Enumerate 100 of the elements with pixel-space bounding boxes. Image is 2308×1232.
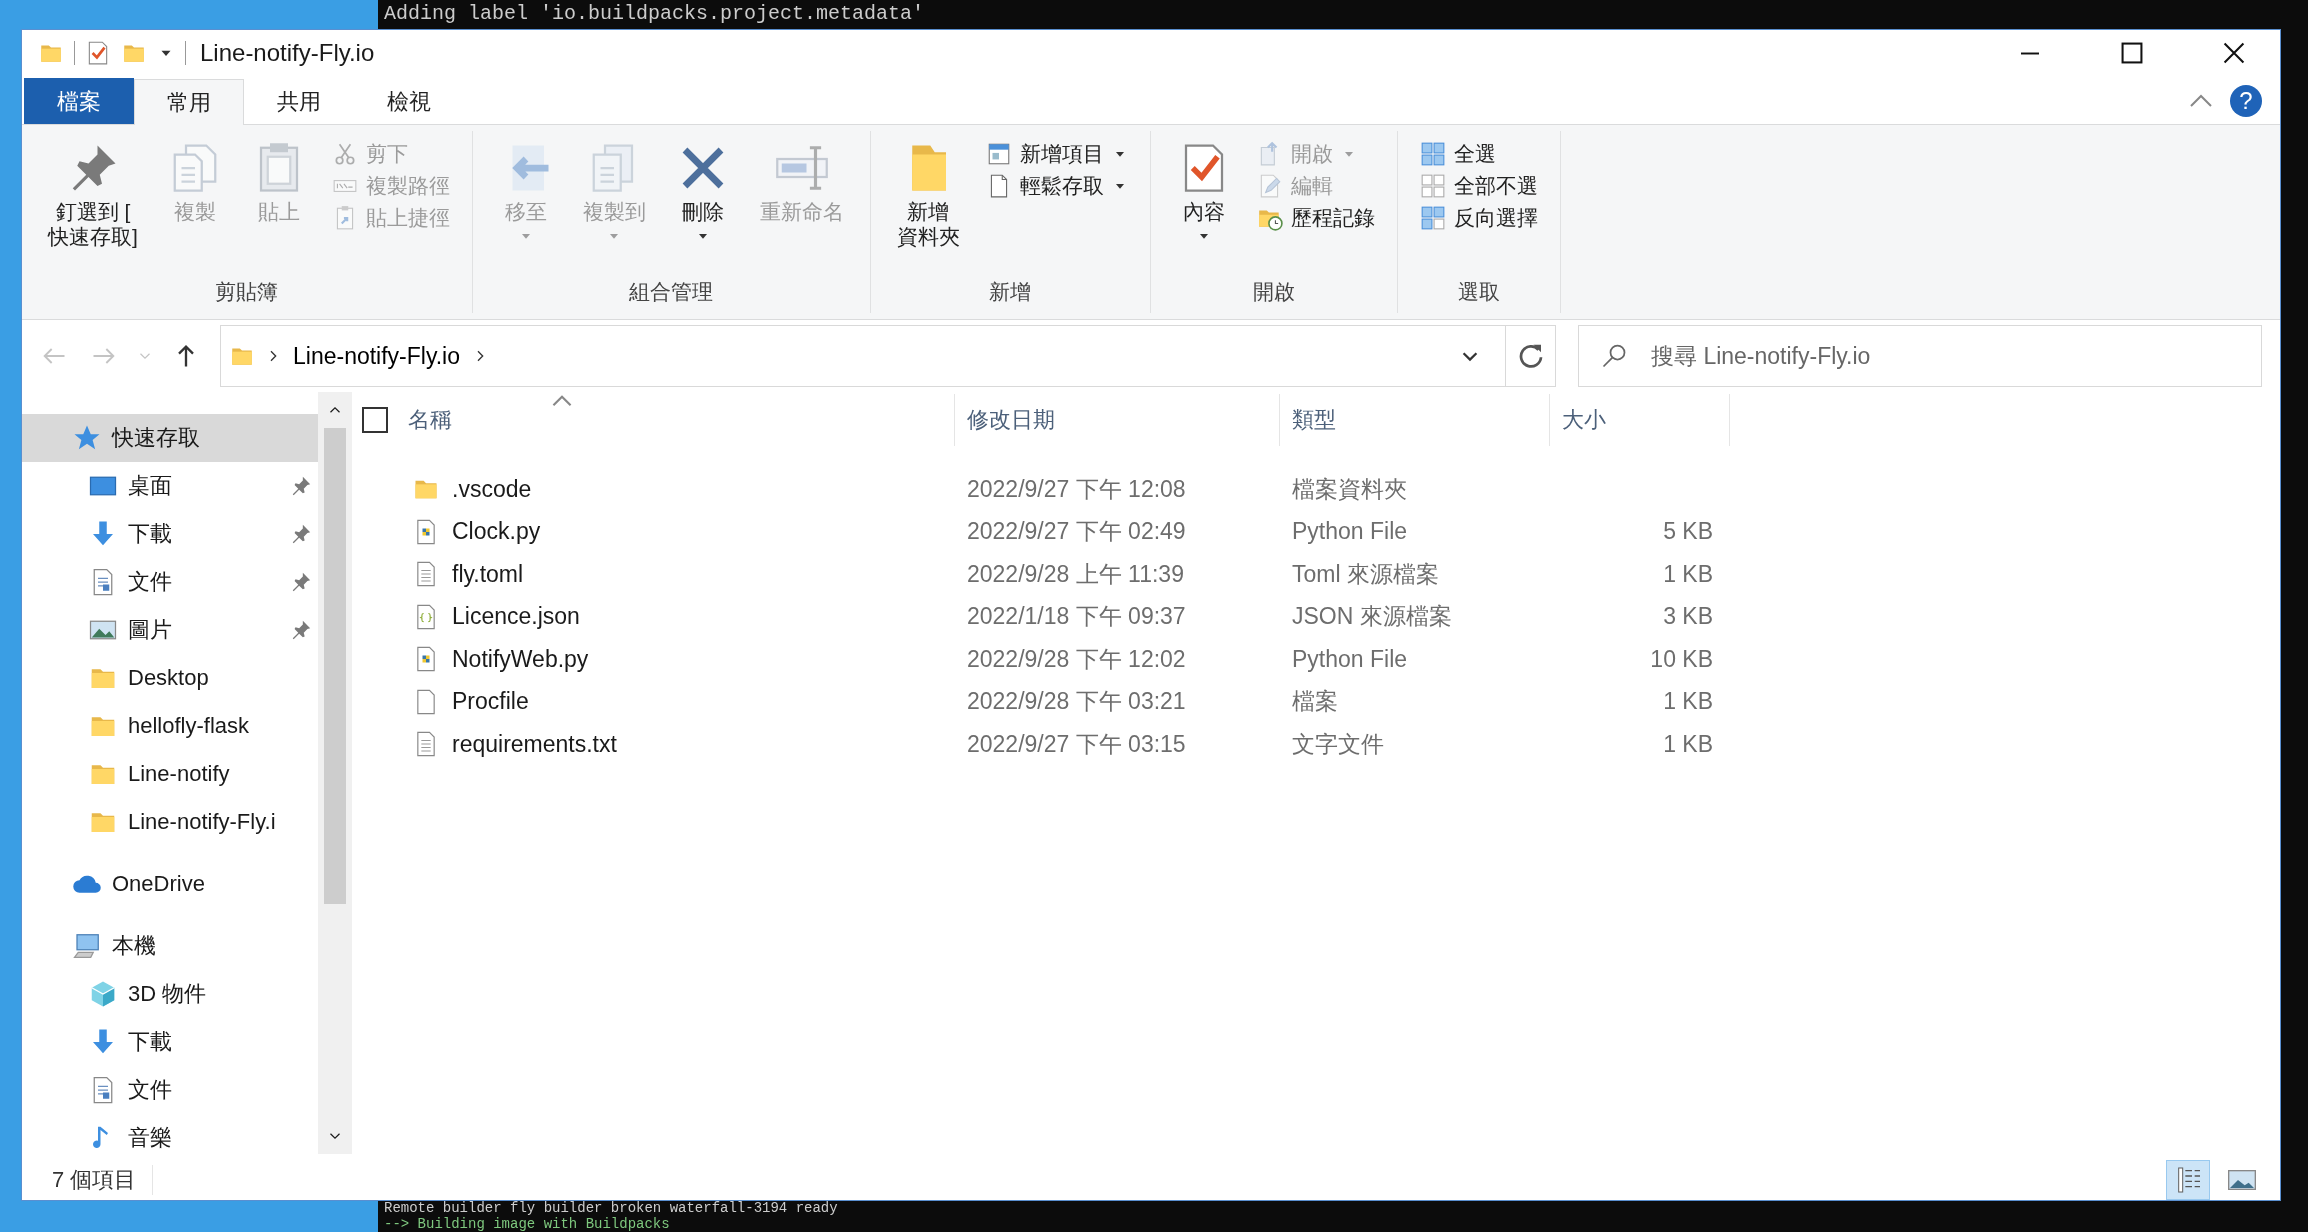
ribbon-tab[interactable]: 檢視 xyxy=(354,78,464,124)
grid-icon xyxy=(1419,173,1446,199)
sidebar-item-label: Line-notify-Fly.i xyxy=(128,809,276,835)
scrollbar-thumb[interactable] xyxy=(324,428,346,904)
ribbon-button[interactable]: 內容 xyxy=(1168,135,1239,271)
size-cell-text: 1 KB xyxy=(1662,688,1714,716)
type-cell-text: JSON 來源檔案 xyxy=(1291,602,1453,632)
sidebar-item[interactable]: 音樂 xyxy=(22,1114,318,1162)
group-label: 選取 xyxy=(1456,279,1501,305)
ribbon-button[interactable]: 刪除 xyxy=(667,135,738,271)
sidebar-item[interactable]: 圖片 xyxy=(22,606,318,654)
ribbon-button[interactable]: 全選 xyxy=(1415,139,1542,169)
column-header-label: 類型 xyxy=(1292,406,1336,434)
sidebar-item[interactable]: 桌面 xyxy=(22,462,318,510)
file-name[interactable]: requirements.txt xyxy=(362,730,955,759)
search-icon xyxy=(1600,342,1628,370)
ribbon-button[interactable]: 新增 資料夾 xyxy=(888,135,968,271)
minimize-icon xyxy=(2019,51,2041,55)
group-label: 組合管理 xyxy=(628,279,715,305)
computer-icon xyxy=(72,931,102,961)
ribbon-button[interactable]: 釘選到 [ 快速存取] xyxy=(40,135,146,271)
item-count: 7 個項目 xyxy=(52,1165,154,1195)
select-all-checkbox[interactable] xyxy=(362,407,388,433)
breadcrumb[interactable]: Line-notify-Fly.io xyxy=(291,342,463,370)
sidebar-item-label: 音樂 xyxy=(128,1124,172,1152)
sidebar-item-label: 文件 xyxy=(128,1076,172,1104)
file-name-label: Procfile xyxy=(452,688,529,716)
size-cell-text: 5 KB xyxy=(1662,518,1714,546)
ribbon-button[interactable]: 歷程記錄 xyxy=(1252,203,1379,233)
ribbon-button[interactable]: 新增項目 xyxy=(981,139,1132,169)
ribbon-button[interactable]: 輕鬆存取 xyxy=(981,171,1132,201)
terminal-line: Adding label 'io.buildpacks.project.metadata' xyxy=(384,1,925,27)
file-name[interactable]: Procfile xyxy=(362,687,955,716)
date-cell-text: 2022/9/28 下午 12:02 xyxy=(966,644,1187,674)
file-name-label: .vscode xyxy=(452,475,532,503)
file-name[interactable]: fly.toml xyxy=(362,560,955,589)
window-title: Line-notify-Fly.io xyxy=(200,39,375,67)
sidebar-item-label: Line-notify xyxy=(128,761,230,787)
terminal-line: --> Building image with Buildpacks xyxy=(384,1216,670,1232)
sidebar-item-label: 文件 xyxy=(128,568,172,596)
close-icon xyxy=(2223,42,2245,64)
ribbon-button[interactable]: 全部不選 xyxy=(1415,171,1542,201)
sidebar-item[interactable]: Desktop xyxy=(22,654,318,702)
sidebar-item[interactable]: Line-notify-Fly.i xyxy=(22,798,318,846)
sidebar-item[interactable]: 下載 xyxy=(22,510,318,558)
ribbon-tab[interactable]: 常用 xyxy=(134,79,244,125)
sidebar-item-label: hellofly-flask xyxy=(128,713,250,739)
date-cell-text: 2022/9/28 下午 03:21 xyxy=(966,687,1187,717)
sidebar-item[interactable]: 本機 xyxy=(22,922,318,970)
column-header-label: 修改日期 xyxy=(967,406,1055,434)
type-cell-text: Python File xyxy=(1291,645,1409,673)
type-cell-text: 檔案 xyxy=(1291,687,1339,717)
file-name[interactable]: NotifyWeb.py xyxy=(362,645,955,674)
sidebar-item[interactable]: 文件 xyxy=(22,1066,318,1114)
ribbon-tab[interactable]: 共用 xyxy=(244,78,354,124)
details-view-button[interactable] xyxy=(2166,1160,2210,1200)
group-label: 開啟 xyxy=(1251,279,1296,305)
sidebar-item-label: OneDrive xyxy=(112,871,205,897)
group-label: 新增 xyxy=(988,279,1033,305)
column-header[interactable]: 大小 xyxy=(1550,394,1730,446)
help-button[interactable]: ? xyxy=(2230,85,2262,117)
sidebar-item[interactable]: Line-notify xyxy=(22,750,318,798)
sidebar-item[interactable]: 下載 xyxy=(22,1018,318,1066)
type-cell-text: 檔案資料夾 xyxy=(1291,474,1408,504)
sidebar-item[interactable]: OneDrive xyxy=(22,860,318,908)
date-cell-text: 2022/9/27 下午 02:49 xyxy=(966,517,1187,547)
type-cell-text: Toml 來源檔案 xyxy=(1291,559,1440,589)
column-header[interactable]: 修改日期 xyxy=(955,394,1280,446)
file-name[interactable]: Licence.json xyxy=(362,602,955,631)
file-menu-tab[interactable]: 檔案 xyxy=(24,78,134,124)
file-name-label: fly.toml xyxy=(452,560,524,588)
date-cell-text: 2022/1/18 下午 09:37 xyxy=(966,602,1187,632)
file-name-label: NotifyWeb.py xyxy=(452,645,589,673)
date-cell-text: 2022/9/27 下午 12:08 xyxy=(966,474,1187,504)
sidebar-item[interactable]: 3D 物件 xyxy=(22,970,318,1018)
sidebar-item-label: 下載 xyxy=(128,520,172,548)
file-name[interactable]: .vscode xyxy=(362,475,955,504)
address-bar[interactable]: Line-notify-Fly.io xyxy=(220,325,1556,387)
sidebar-item-label: Desktop xyxy=(128,665,209,691)
file-name[interactable]: Clock.py xyxy=(362,517,955,546)
size-cell-text: 1 KB xyxy=(1662,560,1714,588)
size-cell-text: 1 KB xyxy=(1662,730,1714,758)
column-header[interactable]: 類型 xyxy=(1280,394,1550,446)
sidebar-item[interactable]: hellofly-flask xyxy=(22,702,318,750)
sidebar-item-label: 3D 物件 xyxy=(128,980,207,1008)
date-cell-text: 2022/9/28 上午 11:39 xyxy=(966,559,1185,589)
date-cell-text: 2022/9/27 下午 03:15 xyxy=(966,729,1187,759)
grid-icon xyxy=(1419,141,1446,167)
search-field[interactable]: 搜尋 Line-notify-Fly.io xyxy=(1578,325,2262,387)
sidebar-item[interactable]: 文件 xyxy=(22,558,318,606)
scrollbar[interactable] xyxy=(318,392,352,1154)
column-header[interactable]: 名稱 xyxy=(362,394,955,446)
column-header-label: 大小 xyxy=(1562,406,1606,434)
maximize-icon xyxy=(2121,42,2143,64)
size-cell-text: 3 KB xyxy=(1662,603,1714,631)
ribbon-button[interactable]: 反向選擇 xyxy=(1415,203,1542,233)
file-name-label: Licence.json xyxy=(452,603,580,631)
sidebar-item[interactable]: 快速存取 xyxy=(22,414,318,462)
size-cell-text: 10 KB xyxy=(1649,645,1714,673)
sidebar-item-label: 下載 xyxy=(128,1028,172,1056)
